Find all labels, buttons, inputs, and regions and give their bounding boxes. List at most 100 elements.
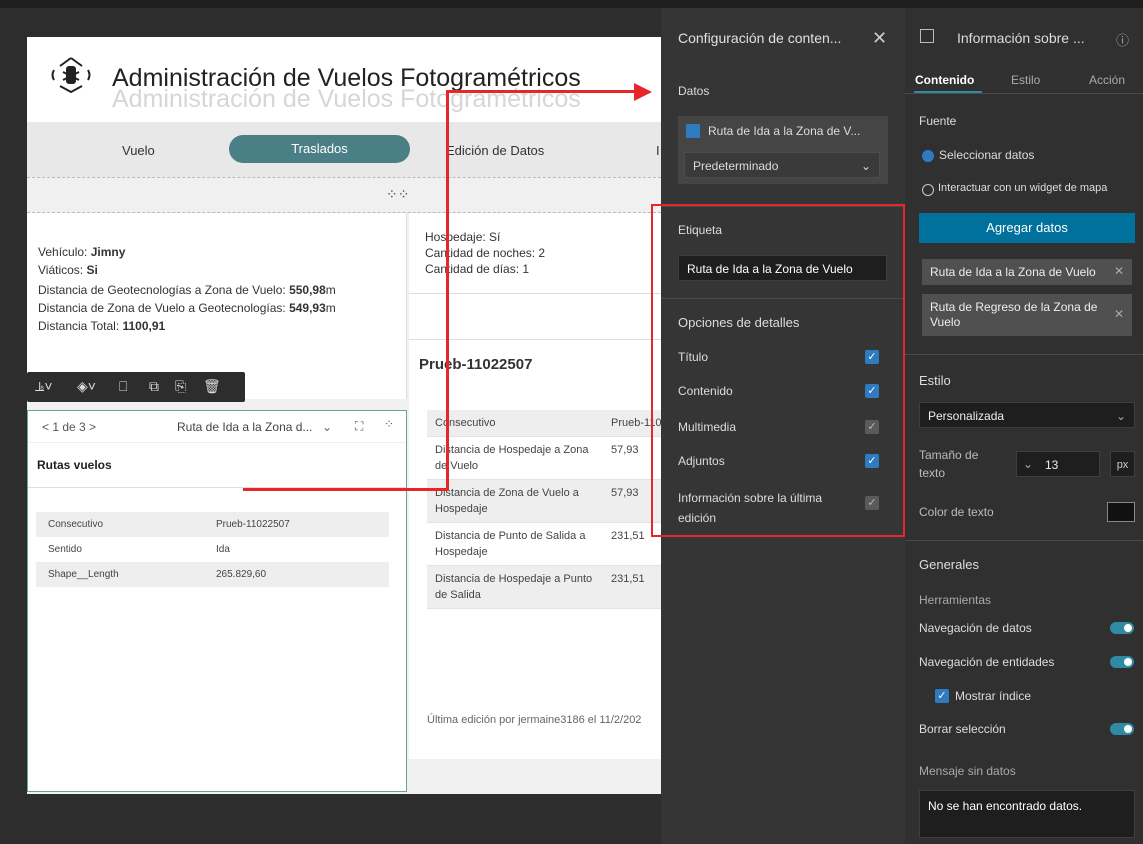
radio-interactuar[interactable] (922, 184, 934, 196)
toggle-nav-datos[interactable] (1110, 622, 1134, 634)
section-label: Generales (919, 557, 979, 572)
section-label: Datos (678, 84, 710, 98)
layers-icon[interactable]: ◈˅ (77, 378, 96, 395)
section-label: Fuente (919, 114, 957, 128)
chevron-down-icon: ⌄ (1115, 409, 1126, 423)
checkbox-label: Mostrar índice (955, 689, 1032, 703)
field-label: Tamaño de texto (919, 448, 979, 480)
align-icon[interactable]: ⫡˅ (35, 378, 53, 395)
nav-item-traslados[interactable]: Traslados (229, 135, 410, 163)
cell-key: Distancia de Zona de Vuelo a Hospedaje (435, 487, 579, 515)
table-row: Distancia de Hospedaje a Zona de Vuelo 57… (427, 437, 661, 480)
panel-title: Configuración de conten... (678, 30, 842, 46)
cell-value: Ida (216, 544, 230, 555)
card-line: Distancia Total: 1100,91 (38, 319, 166, 333)
close-icon[interactable]: ✕ (872, 28, 887, 49)
toggle-borrar-seleccion[interactable] (1110, 723, 1134, 735)
cell-key: Sentido (48, 544, 82, 555)
arrow-head-icon (634, 83, 652, 101)
close-icon[interactable]: ✕ (1114, 307, 1124, 322)
route-layer-icon (686, 124, 700, 138)
table-row: Consecutivo Prueb-110 (427, 410, 661, 437)
text-color-swatch[interactable] (1107, 502, 1135, 522)
annotation-line (446, 90, 449, 490)
attribute-table: Consecutivo Prueb-11022507 Sentido Ida Sha… (36, 512, 389, 587)
chevron-down-icon[interactable]: ⌄ (322, 420, 332, 434)
top-frame (0, 0, 1143, 8)
datasource-chip[interactable]: Ruta de Regreso de la Zona de Vuelo ✕ (922, 294, 1132, 336)
nav-item-vuelo[interactable]: Vuelo (122, 143, 155, 158)
nav-item-edicion[interactable]: Edición de Datos (446, 143, 544, 158)
unit-select[interactable]: px (1110, 451, 1135, 477)
cell-key: Shape__Length (48, 569, 119, 580)
no-data-message-input[interactable]: No se han encontrado datos. (919, 790, 1135, 838)
card-line: Distancia de Geotecnologías a Zona de Vu… (38, 283, 336, 297)
trash-icon[interactable]: 🗑 (203, 378, 221, 395)
table-row: Distancia de Hospedaje a Punto de Salida… (427, 566, 661, 609)
page-title: Administración de Vuelos Fotogramétricos (112, 64, 581, 92)
table-row: Sentido Ida (36, 537, 389, 562)
radio-label: Interactuar con un widget de mapa (938, 182, 1108, 194)
placeholder-strip (27, 177, 661, 213)
tab-accion[interactable]: Acción (1089, 73, 1125, 87)
annotation-line (446, 90, 636, 93)
view-select-value: Predeterminado (693, 159, 779, 173)
detail-table: Consecutivo Prueb-110 Distancia de Hosped… (427, 410, 661, 609)
grid-icon[interactable]: ⁘ (384, 417, 394, 431)
layer-select[interactable]: Ruta de Ida a la Zona d... (177, 420, 312, 434)
card-line: Distancia de Zona de Vuelo a Geotecnolog… (38, 301, 336, 315)
lodging-line: Hospedaje: Sí (425, 230, 501, 244)
tab-contenido[interactable]: Contenido (915, 73, 974, 87)
radio-seleccionar[interactable] (922, 150, 934, 162)
datasource-chip[interactable]: Ruta de Ida a la Zona de Vuelo ✕ (922, 259, 1132, 285)
style-select[interactable]: Personalizada ⌄ (919, 402, 1135, 428)
cell-key: Consecutivo (48, 519, 104, 530)
checkbox-mostrar-indice[interactable]: ✓ (935, 689, 949, 703)
tab-estilo[interactable]: Estilo (1011, 73, 1040, 87)
cell-value: 265.829,60 (216, 569, 267, 580)
lodging-line: Cantidad de noches: 2 (425, 246, 546, 260)
panel-title: Información sobre ... (957, 30, 1085, 46)
table-row: Consecutivo Prueb-11022507 (36, 512, 389, 537)
cell-value: Prueb-11022507 (216, 519, 290, 530)
cell-key: Consecutivo (435, 417, 496, 429)
cell-key: Distancia de Hospedaje a Zona de Vuelo (435, 444, 589, 472)
grid-icon[interactable]: ⁘⁘ (386, 186, 409, 203)
pager[interactable]: < 1 de 3 > (42, 420, 96, 434)
widget-toolbar: ⫡˅ ◈˅ ⎕ ⧉ ⎘ 🗑 (27, 372, 245, 402)
toggle-label: Navegación de datos (919, 621, 1032, 635)
annotation-line (243, 488, 448, 491)
toggle-label: Borrar selección (919, 722, 1006, 736)
detail-title: Prueb-11022507 (419, 356, 533, 373)
section-label: Estilo (919, 373, 951, 388)
view-select[interactable]: Predeterminado ⌄ (684, 152, 880, 178)
chevron-down-icon[interactable]: ⌄ (1023, 457, 1033, 471)
field-label: Mensaje sin datos (919, 764, 1016, 778)
table-row: Distancia de Zona de Vuelo a Hospedaje 57… (427, 480, 661, 523)
agregar-datos-button[interactable]: Agregar datos (919, 213, 1135, 243)
close-icon[interactable]: ✕ (1114, 264, 1124, 278)
nav-item-more[interactable]: I (656, 143, 660, 158)
style-select-value: Personalizada (928, 409, 1005, 423)
field-label: Herramientas (919, 593, 992, 607)
text-size-input[interactable]: ⌄ 13 (1016, 451, 1100, 477)
clear-selection-icon[interactable]: ⛶ (355, 419, 363, 434)
help-icon[interactable]: ⓘ (1116, 30, 1129, 49)
cell-key: Distancia de Punto de Salida a Hospedaje (435, 530, 586, 558)
radio-label: Seleccionar datos (939, 148, 1035, 162)
cell-value: 231,51 (611, 573, 645, 585)
card-line: Viáticos: Si (38, 263, 98, 277)
text-size-value: 13 (1045, 458, 1059, 472)
toggle-label: Navegación de entidades (919, 655, 1055, 669)
edit-copy-icon[interactable]: ⎘ (175, 378, 186, 395)
toggle-nav-entidades[interactable] (1110, 656, 1134, 668)
widget-title: Rutas vuelos (37, 458, 112, 472)
drone-logo-icon (51, 57, 91, 94)
lodging-line: Cantidad de días: 1 (425, 262, 530, 276)
chip-label: Ruta de Regreso de la Zona de Vuelo (930, 300, 1098, 329)
table-row: Shape__Length 265.829,60 (36, 562, 389, 587)
divider (905, 540, 1143, 541)
unlock-icon[interactable]: ⎕ (119, 378, 127, 395)
chip-label: Ruta de Ida a la Zona de Vuelo (930, 265, 1096, 279)
duplicate-icon[interactable]: ⧉ (149, 378, 159, 395)
